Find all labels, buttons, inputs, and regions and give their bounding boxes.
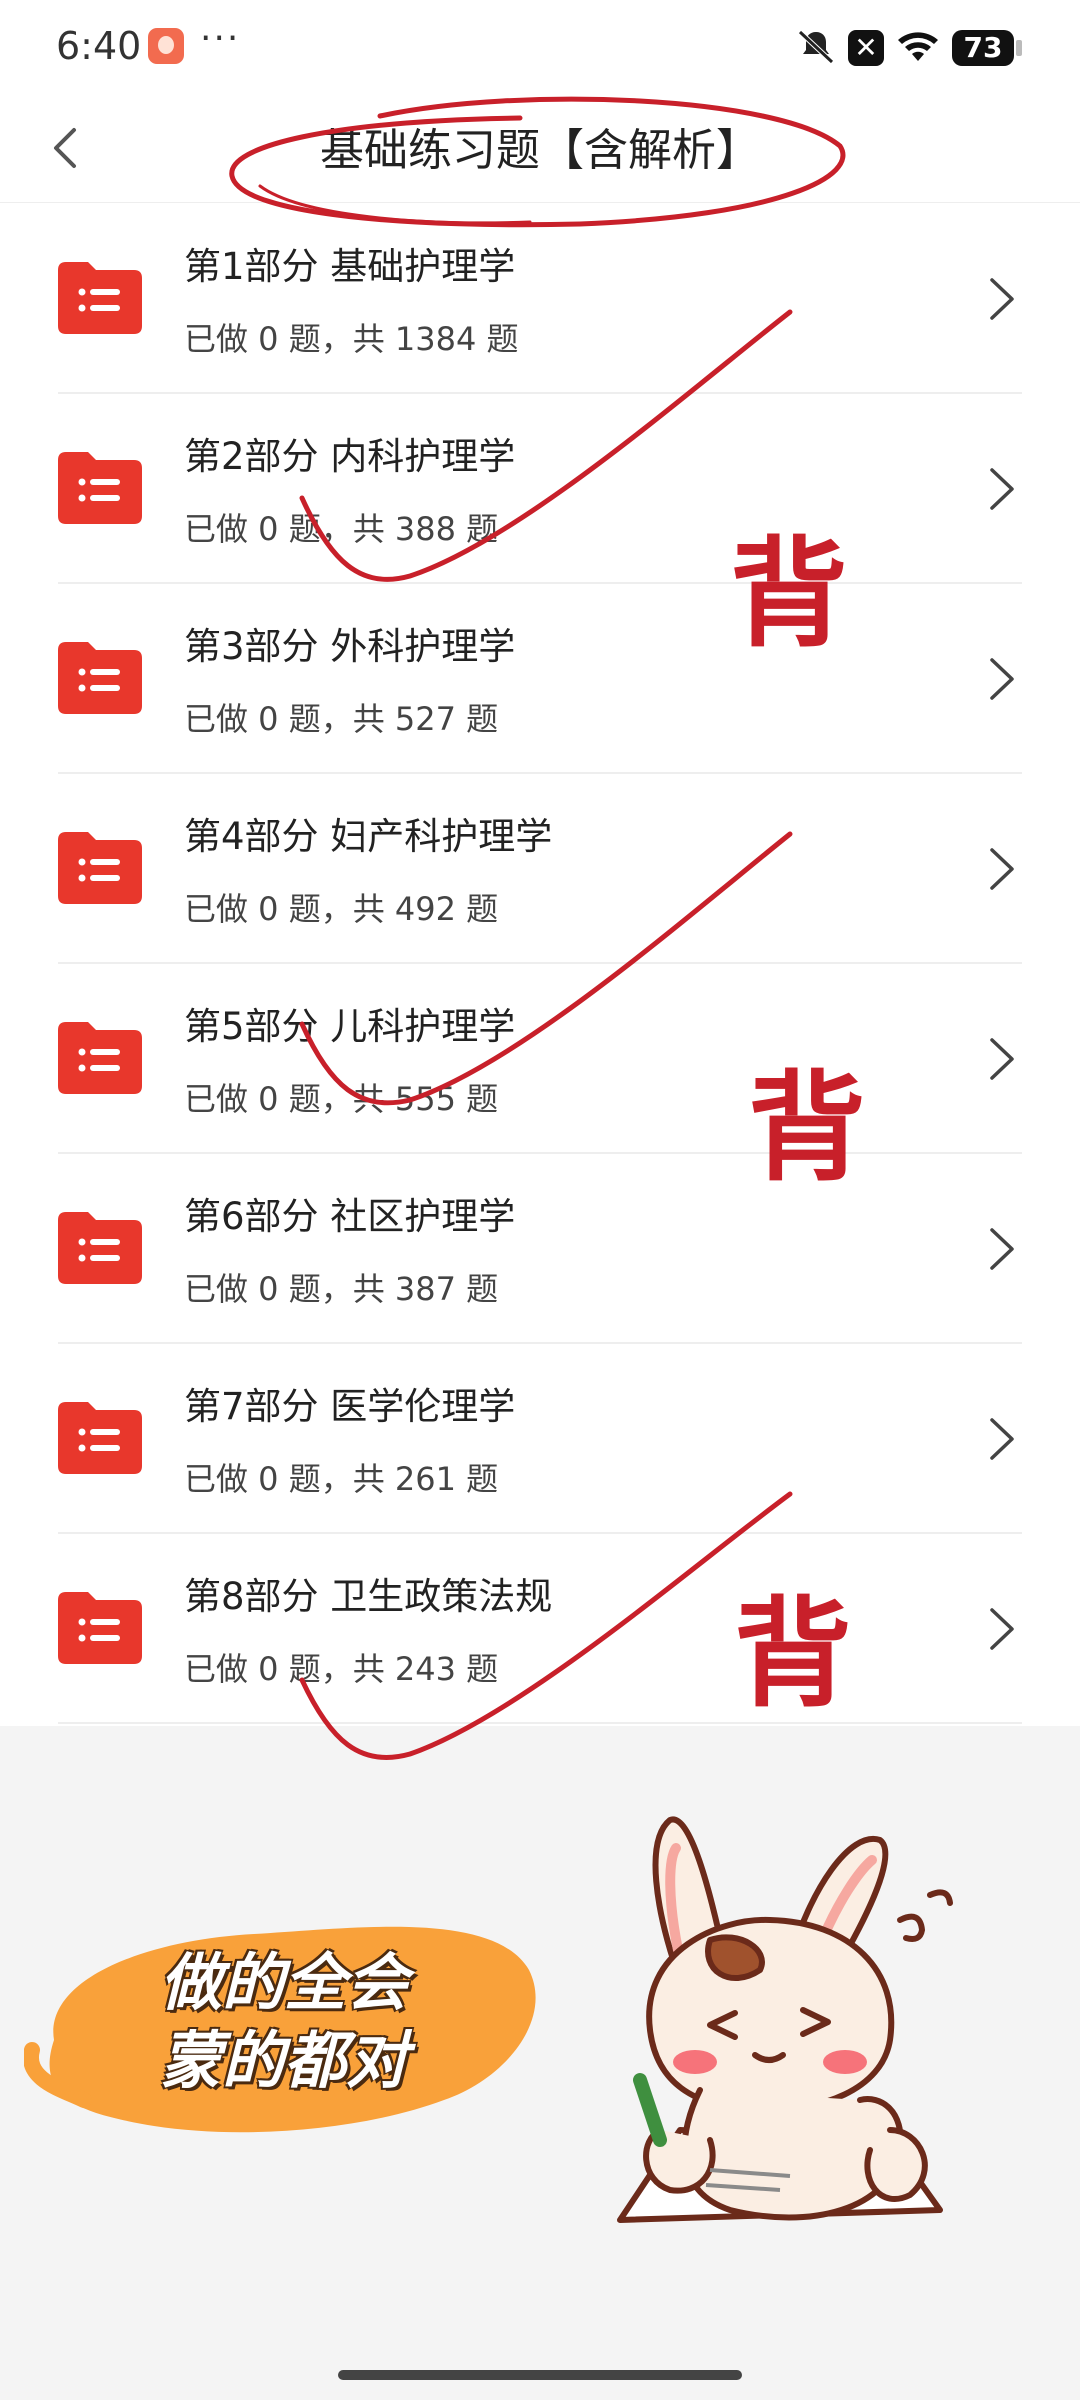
list-folder-icon xyxy=(58,1212,142,1284)
item-progress: 已做 0 题，共 261 题 xyxy=(184,1460,499,1498)
item-progress: 已做 0 题，共 492 题 xyxy=(184,890,499,928)
item-progress: 已做 0 题，共 1384 题 xyxy=(184,320,519,358)
list-folder-icon xyxy=(58,262,142,334)
list-item-part-8[interactable]: 第8部分 卫生政策法规 已做 0 题，共 243 题 xyxy=(0,1534,1080,1724)
home-indicator[interactable] xyxy=(338,2370,742,2380)
chevron-right-icon xyxy=(990,658,1014,700)
list-item-part-6[interactable]: 第6部分 社区护理学 已做 0 题，共 387 题 xyxy=(0,1154,1080,1344)
list-folder-icon xyxy=(58,452,142,524)
motto-line-1: 做的全会 xyxy=(160,1946,409,2019)
chevron-right-icon xyxy=(990,278,1014,320)
item-title: 第6部分 社区护理学 xyxy=(184,1195,516,1238)
wifi-icon xyxy=(898,32,938,61)
item-title: 第2部分 内科护理学 xyxy=(184,435,516,478)
item-title: 第8部分 卫生政策法规 xyxy=(184,1575,553,1618)
list-item-part-5[interactable]: 第5部分 儿科护理学 已做 0 题，共 555 题 xyxy=(0,964,1080,1154)
list-folder-icon xyxy=(58,832,142,904)
chevron-right-icon xyxy=(990,1608,1014,1650)
list-item-part-7[interactable]: 第7部分 医学伦理学 已做 0 题，共 261 题 xyxy=(0,1344,1080,1534)
list-item-part-1[interactable]: 第1部分 基础护理学 已做 0 题，共 1384 题 xyxy=(0,204,1080,394)
item-progress: 已做 0 题，共 527 题 xyxy=(184,700,499,738)
handwritten-mark-3: 背 xyxy=(734,1584,853,1723)
list-folder-icon xyxy=(58,1592,142,1664)
item-progress: 已做 0 题，共 243 题 xyxy=(184,1650,499,1688)
divider xyxy=(58,1722,1022,1724)
battery-indicator: 73 xyxy=(952,30,1022,66)
motto-text: 做的全会 蒙的都对 xyxy=(160,1944,408,2100)
app-notification-icon xyxy=(148,28,184,64)
item-progress: 已做 0 题，共 555 题 xyxy=(184,1080,499,1118)
status-time: 6:40 xyxy=(56,24,142,68)
handwritten-mark-2: 背 xyxy=(748,1058,867,1197)
item-title: 第7部分 医学伦理学 xyxy=(184,1385,516,1428)
item-progress: 已做 0 题，共 387 题 xyxy=(184,1270,499,1308)
list-item-part-3[interactable]: 第3部分 外科护理学 已做 0 题，共 527 题 xyxy=(0,584,1080,774)
silent-mode-icon xyxy=(798,30,834,64)
close-app-icon: ✕ xyxy=(848,30,884,66)
top-nav-bar: 基础练习题【含解析】 xyxy=(0,96,1080,228)
motto-line-2: 蒙的都对 xyxy=(160,2024,409,2097)
item-title: 第4部分 妇产科护理学 xyxy=(184,815,553,858)
list-item-part-4[interactable]: 第4部分 妇产科护理学 已做 0 题，共 492 题 xyxy=(0,774,1080,964)
chevron-right-icon xyxy=(990,848,1014,890)
handwritten-mark-1: 背 xyxy=(730,524,849,663)
rabbit-studying-illustration xyxy=(617,1816,953,2223)
item-title: 第5部分 儿科护理学 xyxy=(184,1005,516,1048)
item-title: 第1部分 基础护理学 xyxy=(184,245,516,288)
more-notifications-icon: ··· xyxy=(200,18,241,59)
chevron-right-icon xyxy=(990,1038,1014,1080)
item-title: 第3部分 外科护理学 xyxy=(184,625,516,668)
chapter-list: 第1部分 基础护理学 已做 0 题，共 1384 题 第2部分 内科护理学 已做… xyxy=(0,204,1080,1724)
item-progress: 已做 0 题，共 388 题 xyxy=(184,510,499,548)
list-item-part-2[interactable]: 第2部分 内科护理学 已做 0 题，共 388 题 xyxy=(0,394,1080,584)
chevron-right-icon xyxy=(990,468,1014,510)
chevron-right-icon xyxy=(990,1228,1014,1270)
list-folder-icon xyxy=(58,642,142,714)
chevron-right-icon xyxy=(990,1418,1014,1460)
list-folder-icon xyxy=(58,1402,142,1474)
list-folder-icon xyxy=(58,1022,142,1094)
